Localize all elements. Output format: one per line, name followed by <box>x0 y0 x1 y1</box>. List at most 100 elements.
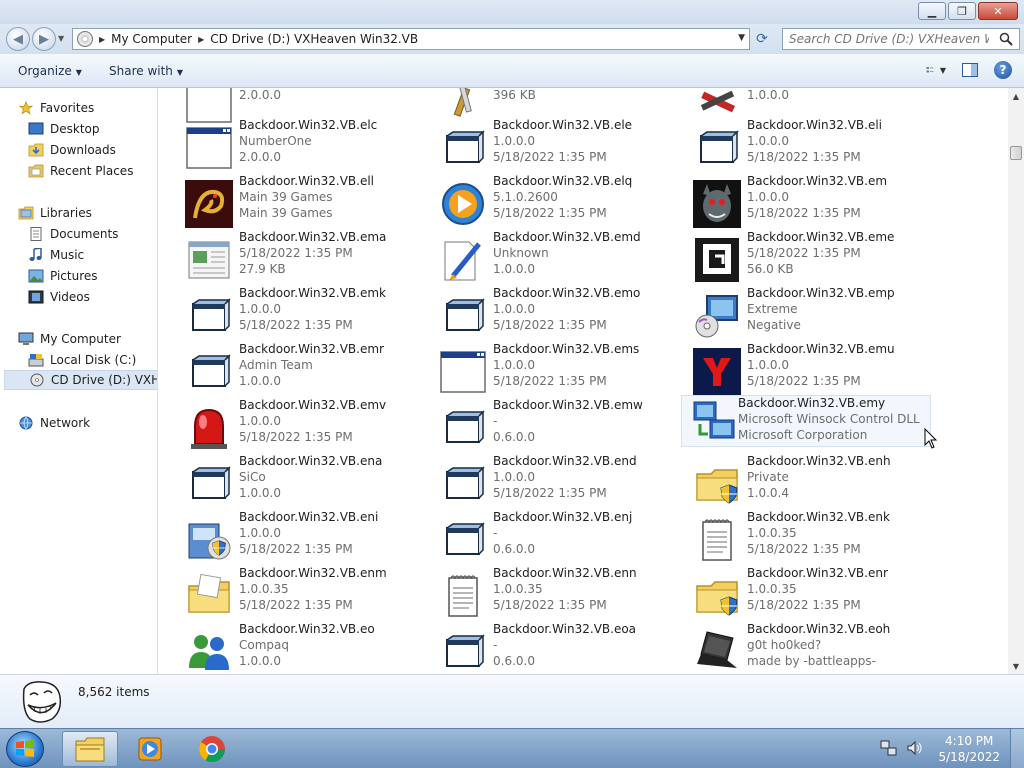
file-detail-1: 2.0.0.0 <box>239 88 281 102</box>
recent-pages-dropdown[interactable]: ▼ <box>58 34 64 43</box>
file-tile[interactable]: Backdoor.Win32.VB.emv 1.0.0.0 5/18/2022 … <box>167 398 417 452</box>
file-detail-1: 1.0.0.0 <box>493 470 535 484</box>
share-with-label: Share with <box>109 64 173 78</box>
file-detail-1: Compaq <box>239 638 289 652</box>
vertical-scrollbar[interactable]: ▲ ▼ <box>1008 88 1024 674</box>
nav-network[interactable]: Network <box>18 413 90 433</box>
nav-pictures-label: Pictures <box>50 269 98 283</box>
exe-icon <box>439 404 487 452</box>
maximize-button[interactable]: ❐ <box>948 2 976 20</box>
preview-pane-button[interactable] <box>960 61 980 79</box>
nav-desktop[interactable]: Desktop <box>28 119 100 139</box>
clock-time: 4:10 PM <box>945 734 994 748</box>
file-detail-2: 1.0.0.0 <box>239 654 281 668</box>
file-detail-2: 5/18/2022 1:35 PM <box>747 374 861 388</box>
address-bar[interactable]: ▶ My Computer ▶ CD Drive (D:) VXHeaven W… <box>72 28 750 50</box>
file-name: Backdoor.Win32.VB.eme <box>747 230 895 244</box>
file-detail-1: 1.0.0.0 <box>747 88 789 102</box>
file-tile[interactable]: Backdoor.Win32.VB.eoa - 0.6.0.0 <box>421 622 671 674</box>
file-tile[interactable]: Backdoor.Win32.VB.end 1.0.0.0 5/18/2022 … <box>421 454 671 508</box>
taskbar-media-player[interactable] <box>122 731 178 767</box>
file-tile[interactable]: Backdoor.Win32.VB.em 1.0.0.0 5/18/2022 1… <box>675 174 925 228</box>
file-tile[interactable]: Backdoor.Win32.VB.ema 5/18/2022 1:35 PM … <box>167 230 417 284</box>
file-tile[interactable]: Backdoor.Win32.VB.eli 1.0.0.0 5/18/2022 … <box>675 118 925 172</box>
file-tile[interactable]: Backdoor.Win32.VB.emk 1.0.0.0 5/18/2022 … <box>167 286 417 340</box>
nav-music[interactable]: Music <box>28 245 84 265</box>
network-tray-icon[interactable] <box>880 739 898 757</box>
breadcrumb-separator-icon[interactable]: ▶ <box>99 35 105 44</box>
clock[interactable]: 4:10 PM 5/18/2022 <box>938 733 1000 765</box>
nav-documents[interactable]: Documents <box>28 224 118 244</box>
address-dropdown-icon[interactable]: ▼ <box>738 33 745 43</box>
scroll-up-button[interactable]: ▲ <box>1008 88 1024 104</box>
file-tile[interactable]: Backdoor.Win32.VB.enm 1.0.0.35 5/18/2022… <box>167 566 417 620</box>
forward-button[interactable]: ▶ <box>32 27 56 51</box>
file-tile[interactable]: Backdoor.Win32.VB.enr 1.0.0.35 5/18/2022… <box>675 566 925 620</box>
file-tile[interactable]: Backdoor.Win32.VB.emo 1.0.0.0 5/18/2022 … <box>421 286 671 340</box>
minimize-button[interactable]: ▁ <box>918 2 946 20</box>
file-tile[interactable]: Backdoor.Win32.VB.ena SiCo 1.0.0.0 <box>167 454 417 508</box>
file-detail-2: 5/18/2022 1:35 PM <box>493 598 607 612</box>
scroll-down-button[interactable]: ▼ <box>1008 658 1024 674</box>
volume-icon[interactable] <box>906 739 924 757</box>
file-tile[interactable]: Backdoor.Win32.VB.ell Main 39 Games Main… <box>167 174 417 228</box>
file-tile[interactable]: Backdoor.Win32.VB.eni 1.0.0.0 5/18/2022 … <box>167 510 417 564</box>
breadcrumb-separator-icon[interactable]: ▶ <box>198 35 204 44</box>
help-button[interactable]: ? <box>994 61 1012 79</box>
file-tile[interactable]: Backdoor.Win32.VB.enj - 0.6.0.0 <box>421 510 671 564</box>
nav-downloads[interactable]: Downloads <box>28 140 116 160</box>
scrollbar-thumb[interactable] <box>1010 146 1022 160</box>
start-button[interactable] <box>6 731 44 767</box>
file-name: Backdoor.Win32.VB.enj <box>493 510 633 524</box>
file-tile[interactable]: Backdoor.Win32.VB.enk 1.0.0.35 5/18/2022… <box>675 510 925 564</box>
file-tile[interactable]: Backdoor.Win32.VB.enn 1.0.0.35 5/18/2022… <box>421 566 671 620</box>
file-detail-2: 1.0.0.0 <box>239 374 281 388</box>
nav-my-computer[interactable]: My Computer <box>18 329 121 349</box>
file-tile[interactable]: Backdoor.Win32.VB.emp Extreme Negative <box>675 286 925 340</box>
file-tile[interactable]: Backdoor.Win32.VB.emr Admin Team 1.0.0.0 <box>167 342 417 396</box>
organize-button[interactable]: Organize ▼ <box>18 64 82 78</box>
demon-icon <box>693 180 741 228</box>
file-tile[interactable]: Backdoor.Win32.VB.eo Compaq 1.0.0.0 <box>167 622 417 674</box>
nav-libraries[interactable]: Libraries <box>18 203 92 223</box>
nav-local-disk[interactable]: Local Disk (C:) <box>28 350 136 370</box>
file-tile[interactable]: Backdoor.Win32.VB.emw - 0.6.0.0 <box>421 398 671 452</box>
file-name: Backdoor.Win32.VB.end <box>493 454 637 468</box>
file-detail-2: 5/18/2022 1:35 PM <box>239 430 353 444</box>
file-tile[interactable]: Backdoor.Win32.VB.eoh g0t ho0ked? made b… <box>675 622 925 674</box>
file-tile[interactable]: Backdoor.Win32.VB.ems 1.0.0.0 5/18/2022 … <box>421 342 671 396</box>
taskbar-chrome[interactable] <box>184 731 240 767</box>
nav-videos[interactable]: Videos <box>28 287 90 307</box>
organize-label: Organize <box>18 64 72 78</box>
file-tile[interactable]: Backdoor.Win32.VB.emd Unknown 1.0.0.0 <box>421 230 671 284</box>
file-tile[interactable]: Backdoor.Win32.VB.elc NumberOne 2.0.0.0 <box>167 118 417 172</box>
file-tile[interactable]: Backdoor.Win32.VB.enh Private 1.0.0.4 <box>675 454 925 508</box>
file-tile[interactable]: Backdoor.Win32.VB.ele 1.0.0.0 5/18/2022 … <box>421 118 671 172</box>
search-input[interactable] <box>789 32 989 46</box>
breadcrumb-my-computer[interactable]: My Computer <box>111 32 192 46</box>
taskbar-explorer[interactable] <box>62 731 118 767</box>
refresh-button[interactable]: ⟳ <box>752 30 772 48</box>
file-tile[interactable]: Backdoor.Win32.VB.elq 5.1.0.2600 5/18/20… <box>421 174 671 228</box>
cd-drive-icon <box>30 373 44 387</box>
nav-network-label: Network <box>40 416 91 430</box>
nav-recent-places[interactable]: Recent Places <box>28 161 133 181</box>
nav-cd-drive[interactable]: CD Drive (D:) VXHea <box>4 370 157 390</box>
exe-icon <box>439 628 487 674</box>
breadcrumb-cd-drive[interactable]: CD Drive (D:) VXHeaven Win32.VB <box>210 32 418 46</box>
file-name: Backdoor.Win32.VB.enn <box>493 566 637 580</box>
file-detail-2: 2.0.0.0 <box>239 150 281 164</box>
nav-pictures[interactable]: Pictures <box>28 266 98 286</box>
search-icon[interactable] <box>999 32 1013 46</box>
share-with-button[interactable]: Share with ▼ <box>109 64 183 78</box>
close-button[interactable]: ✕ <box>978 2 1018 20</box>
file-tile[interactable]: Backdoor.Win32.VB.emu 1.0.0.0 5/18/2022 … <box>675 342 925 396</box>
file-tile[interactable]: Backdoor.Win32.VB.eme 5/18/2022 1:35 PM … <box>675 230 925 284</box>
back-button[interactable]: ◀ <box>6 27 30 51</box>
show-desktop-button[interactable] <box>1010 729 1024 768</box>
file-tile[interactable]: Backdoor.Win32.VB.emy Microsoft Winsock … <box>681 395 931 447</box>
search-box[interactable] <box>782 28 1020 50</box>
nav-favorites[interactable]: Favorites <box>18 98 94 118</box>
view-options-button[interactable]: ▼ <box>926 61 946 79</box>
chevron-down-icon[interactable]: ▼ <box>940 66 946 75</box>
